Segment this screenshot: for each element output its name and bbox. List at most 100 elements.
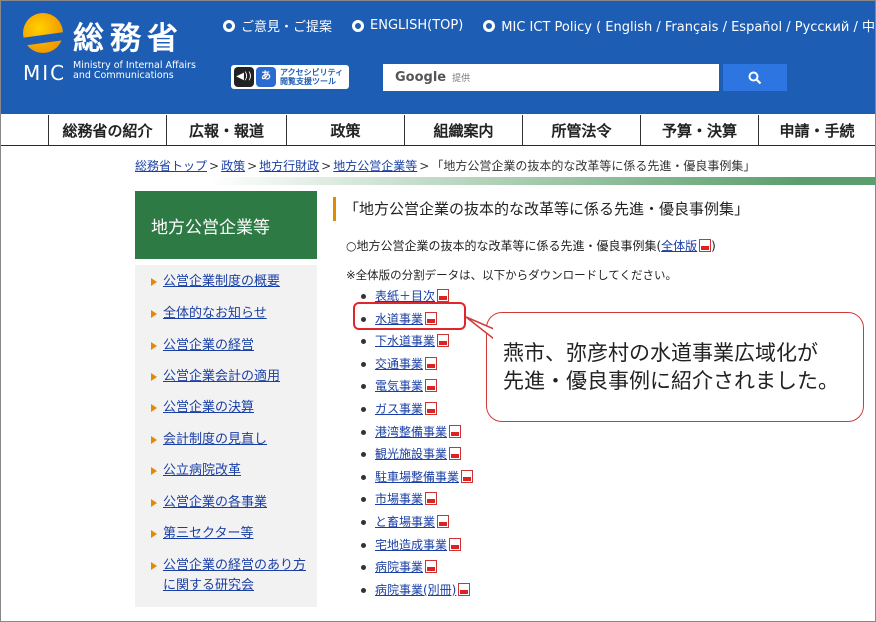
bullet-icon (361, 519, 366, 525)
sidebar-item[interactable]: 公営企業の決算 (135, 398, 317, 418)
document-link[interactable]: と畜場事業 (375, 515, 435, 529)
document-link[interactable]: 市場事業 (375, 492, 423, 506)
site-logo-text[interactable]: 総務省 (73, 13, 184, 58)
search-input[interactable]: Google 提供 (383, 64, 719, 91)
sidebar-item[interactable]: 公立病院改革 (135, 461, 317, 481)
document-link[interactable]: 観光施設事業 (375, 447, 447, 461)
bullet-icon (361, 565, 366, 571)
bullet-icon (361, 294, 366, 299)
sidebar-item[interactable]: 公営企業の各事業 (135, 493, 317, 513)
list-item: 病院事業(別冊) (361, 579, 473, 602)
breadcrumb-link[interactable]: 政策 (221, 159, 245, 173)
pdf-icon (437, 514, 450, 528)
bullet-icon (361, 497, 366, 503)
list-item: 市場事業 (361, 488, 473, 511)
pdf-icon (461, 469, 474, 483)
document-list: 表紙＋目次 水道事業 下水道事業 交通事業 電気事業 ガス事業 港湾整備事業 観… (361, 285, 474, 602)
pdf-icon (425, 401, 438, 415)
document-link[interactable]: 電気事業 (375, 379, 423, 393)
pdf-icon (425, 560, 438, 574)
speaker-icon: ◀)) (234, 67, 254, 87)
nav-item-policy[interactable]: 政策 (286, 115, 404, 145)
sidebar-menu: 公営企業制度の概要 全体的なお知らせ 公営企業の経営 公営企業会計の適用 公営企… (135, 265, 317, 607)
document-link[interactable]: 病院事業(別冊) (375, 583, 456, 597)
page-title: 「地方公営企業の抜本的な改革等に係る先進・優良事例集」 (333, 197, 749, 221)
pdf-icon (425, 379, 438, 393)
full-version-link[interactable]: 全体版 (661, 239, 697, 253)
intro-text: ○地方公営企業の抜本的な改革等に係る先進・優良事例集(全体版) (346, 239, 716, 253)
document-link[interactable]: ガス事業 (375, 402, 423, 416)
global-nav: 総務省の紹介 広報・報道 政策 組織案内 所管法令 予算・決算 申請・手続 (1, 115, 875, 146)
list-item: 電気事業 (361, 375, 473, 398)
document-link[interactable]: 表紙＋目次 (375, 289, 435, 303)
list-item: 下水道事業 (361, 330, 473, 353)
nav-item-press[interactable]: 広報・報道 (166, 115, 286, 145)
sidebar-item[interactable]: 公営企業制度の概要 (135, 272, 317, 292)
search-icon (748, 71, 762, 84)
logo-mic: MIC (23, 61, 67, 85)
list-item: 駐車場整備事業 (361, 466, 474, 489)
header-top-links: ご意見・ご提案 ENGLISH(TOP) MIC ICT Policy ( En… (223, 16, 875, 35)
list-item: 宅地造成事業 (361, 534, 473, 557)
document-link[interactable]: 港湾整備事業 (375, 425, 447, 439)
sidebar-item[interactable]: 公営企業の経営 (135, 336, 317, 356)
document-link[interactable]: 交通事業 (375, 357, 423, 371)
radio-bullet-icon (483, 19, 496, 32)
pdf-icon (458, 582, 471, 596)
annotation-callout: 燕市、弥彦村の水道事業広域化が 先進・優良事例に紹介されました。 (486, 312, 864, 422)
sidebar-item[interactable]: 公営企業会計の適用 (135, 367, 317, 387)
nav-item-budget[interactable]: 予算・決算 (640, 115, 758, 145)
google-brand: Google (395, 70, 447, 85)
breadcrumb-link[interactable]: 地方行財政 (259, 159, 319, 173)
sidebar-item[interactable]: 公営企業の経営のあり方に関する研究会 (135, 556, 317, 596)
callout-line-2: 先進・優良事例に紹介されました。 (503, 369, 839, 393)
accessibility-label: アクセシビリティ 閲覧支援ツール (280, 68, 344, 86)
opinion-link[interactable]: ご意見・ご提案 (223, 16, 332, 35)
breadcrumb-link[interactable]: 地方公営企業等 (333, 159, 417, 173)
english-top-link-label: ENGLISH(TOP) (370, 18, 464, 33)
breadcrumb-current: 「地方公営企業の抜本的な改革等に係る先進・優良事例集」 (431, 159, 756, 173)
pdf-icon (449, 537, 462, 551)
sidebar-item[interactable]: 全体的なお知らせ (135, 304, 317, 324)
bullet-icon (361, 384, 366, 390)
list-item: 観光施設事業 (361, 443, 473, 466)
logo-english-name: Ministry of Internal Affairs and Communi… (73, 60, 196, 81)
english-top-link[interactable]: ENGLISH(TOP) (352, 18, 463, 33)
sidebar-item[interactable]: 会計制度の見直し (135, 430, 317, 450)
nav-item-about[interactable]: 総務省の紹介 (48, 115, 166, 145)
nav-item-laws[interactable]: 所管法令 (522, 115, 640, 145)
google-provided-label: 提供 (452, 74, 471, 84)
download-note: ※全体版の分割データは、以下からダウンロードしてください。 (346, 268, 677, 282)
pdf-icon (425, 492, 438, 506)
list-item: 交通事業 (361, 353, 473, 376)
callout-pointer (465, 316, 498, 341)
document-link[interactable]: 宅地造成事業 (375, 538, 447, 552)
nav-item-organization[interactable]: 組織案内 (404, 115, 522, 145)
sidebar-item[interactable]: 第三セクター等 (135, 524, 317, 544)
opinion-link-label: ご意見・ご提案 (241, 20, 333, 35)
list-item: 港湾整備事業 (361, 421, 473, 444)
list-item: 病院事業 (361, 556, 473, 579)
document-link[interactable]: 下水道事業 (375, 334, 435, 348)
document-link[interactable]: 駐車場整備事業 (375, 470, 459, 484)
breadcrumb-link[interactable]: 総務省トップ (135, 159, 207, 173)
bullet-icon (361, 339, 366, 345)
search-button[interactable] (723, 64, 787, 91)
pdf-icon (437, 334, 450, 348)
nav-item-applications[interactable]: 申請・手続 (758, 115, 875, 145)
bullet-icon (361, 542, 366, 548)
pdf-icon (425, 356, 438, 370)
mic-logo-icon[interactable] (23, 13, 63, 53)
accessibility-tool-button[interactable]: ◀)) あ アクセシビリティ 閲覧支援ツール (231, 65, 349, 89)
document-link[interactable]: 病院事業 (375, 560, 423, 574)
bullet-icon (361, 452, 366, 458)
bullet-icon (361, 429, 366, 435)
ict-policy-link[interactable]: MIC ICT Policy ( English / Français / Es… (483, 16, 875, 35)
site-header: 総務省 MIC Ministry of Internal Affairs and… (1, 1, 875, 114)
radio-bullet-icon (352, 19, 365, 32)
pdf-icon (449, 447, 462, 461)
pdf-icon (699, 239, 712, 252)
section-accent-bar (135, 177, 875, 185)
list-item: ガス事業 (361, 398, 473, 421)
